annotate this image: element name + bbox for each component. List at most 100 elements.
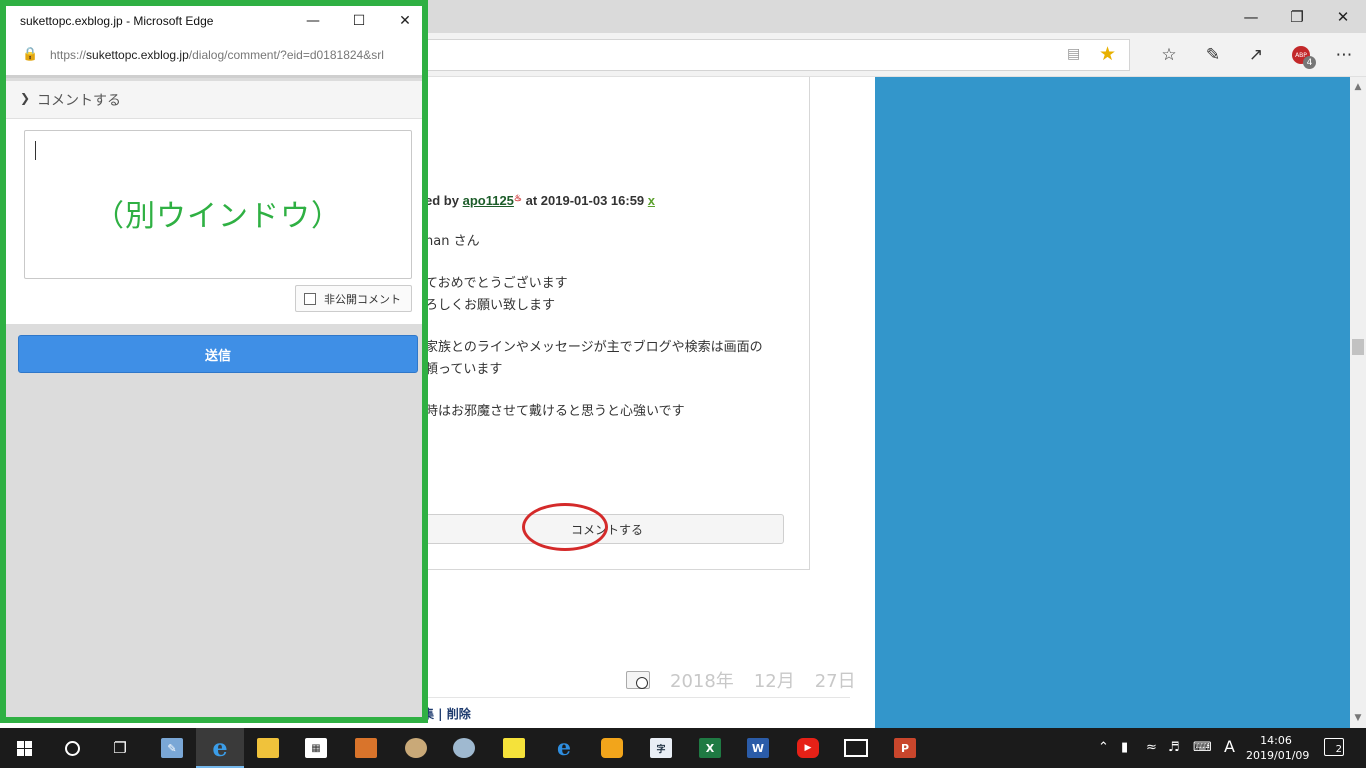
task-view-button[interactable]: ❐: [96, 728, 144, 768]
toolbox-icon: [355, 738, 377, 758]
lock-icon: 🔒: [22, 47, 39, 62]
favorites-list-icon[interactable]: ☆: [1154, 41, 1184, 69]
taskbar-app-notepad[interactable]: ✎: [148, 728, 196, 768]
clock-time: 14:06: [1260, 734, 1292, 747]
date-year: 2018年: [670, 671, 734, 692]
battery-icon[interactable]: ▮: [1121, 740, 1128, 755]
taskbar-app-excel[interactable]: X: [686, 728, 734, 768]
divider: [420, 697, 850, 698]
submit-button[interactable]: 送信: [18, 335, 418, 373]
paint-palette-icon: [405, 738, 427, 758]
minimize-icon[interactable]: —: [290, 6, 336, 36]
app-icon: [601, 738, 623, 758]
popup-title: sukettopc.exblog.jp - Microsoft Edge: [20, 14, 214, 28]
taskbar-app-sticky-notes[interactable]: [490, 728, 538, 768]
author-badge-icon: ♨: [513, 193, 522, 203]
close-icon[interactable]: ✕: [1320, 0, 1366, 33]
taskbar-app-docomo[interactable]: [588, 728, 636, 768]
youtube-icon: ▶: [797, 738, 819, 758]
restore-icon[interactable]: ❐: [1274, 0, 1320, 33]
comment-line: ろしくお願い致します: [425, 298, 556, 313]
window-icon: [844, 739, 868, 757]
scroll-down-icon[interactable]: ▼: [1350, 710, 1366, 726]
highlight-circle: [522, 503, 608, 551]
comment-line: ておめでとうございます: [425, 276, 568, 291]
comment-line: nan さん: [425, 234, 480, 249]
close-icon[interactable]: ✕: [382, 6, 422, 36]
edit-delete-links[interactable]: 集 | 削除: [422, 705, 471, 722]
scroll-thumb[interactable]: [1352, 339, 1364, 355]
vertical-scrollbar[interactable]: ▲ ▼: [1350, 77, 1366, 728]
more-icon[interactable]: ⋯: [1329, 41, 1359, 69]
taskbar-app-store[interactable]: ▦: [292, 728, 340, 768]
taskbar-app-toolbox[interactable]: [342, 728, 390, 768]
keyboard-icon[interactable]: ⌨: [1193, 740, 1212, 755]
notification-icon[interactable]: 2: [1324, 738, 1344, 756]
minimize-icon[interactable]: —: [1228, 0, 1274, 33]
taskbar-app-youtube[interactable]: ▶: [784, 728, 832, 768]
taskbar-app-paint[interactable]: [392, 728, 440, 768]
taskbar-app-ie[interactable]: e: [540, 728, 588, 768]
author-link[interactable]: apo1125: [463, 193, 514, 208]
comment-section-header: ❯ コメントする: [6, 81, 422, 119]
folder-icon: [257, 738, 279, 758]
meta-timestamp: at 2019-01-03 16:59: [525, 193, 645, 208]
search-button[interactable]: [48, 728, 96, 768]
maximize-icon[interactable]: ☐: [336, 6, 382, 36]
adblock-icon[interactable]: ABP 4: [1286, 41, 1316, 69]
separate-window-annotation: （別ウインドウ）: [94, 199, 342, 234]
reading-view-icon[interactable]: ▤: [1067, 46, 1080, 62]
taskbar-app-explorer[interactable]: [244, 728, 292, 768]
taskbar-app-powerpoint[interactable]: P: [881, 728, 929, 768]
section-title: コメントする: [37, 93, 121, 109]
checkbox-icon[interactable]: [304, 292, 316, 305]
excel-icon: X: [699, 738, 721, 758]
store-icon: ▦: [305, 738, 327, 758]
taskbar-app-window[interactable]: [832, 728, 880, 768]
taskbar-app-ime[interactable]: 字: [637, 728, 685, 768]
private-comment-checkbox[interactable]: 非公開コメント: [295, 285, 412, 312]
comment-form: （別ウインドウ） 非公開コメント: [6, 119, 422, 324]
chevron-up-icon[interactable]: ⌃: [1098, 740, 1109, 755]
date-day: 27日: [814, 671, 856, 692]
comment-popup-window: sukettopc.exblog.jp - Microsoft Edge — ☐…: [0, 0, 428, 723]
comment-textarea[interactable]: （別ウインドウ）: [24, 130, 412, 279]
delete-comment-link[interactable]: x: [648, 193, 655, 208]
share-icon[interactable]: ↗: [1241, 41, 1271, 69]
clock-date: 2019/01/09: [1246, 749, 1310, 762]
private-comment-label: 非公開コメント: [324, 292, 401, 306]
comment-line: 頼っています: [425, 362, 503, 377]
popup-url: https://sukettopc.exblog.jp/dialog/comme…: [50, 48, 384, 62]
edge-icon: e: [212, 732, 228, 762]
cortana-icon: [64, 740, 80, 756]
windows-icon: [16, 740, 32, 756]
meta-prefix: ed by: [425, 193, 459, 208]
chevron-right-icon: ❯: [20, 91, 31, 105]
sticky-notes-icon: [503, 738, 525, 758]
ime-pad-icon: 字: [650, 738, 672, 758]
comment-line: 家族とのラインやメッセージが主でブログや検索は画面の: [425, 340, 763, 355]
taskbar-app-paint-2[interactable]: [440, 728, 488, 768]
comment-meta: ed by apo1125♨ at 2019-01-03 16:59 x: [425, 193, 655, 208]
sidebar-panel: [875, 77, 1350, 728]
clock[interactable]: 14:06 2019/01/09: [1246, 733, 1310, 763]
adblock-count: 4: [1303, 56, 1316, 69]
pen-icon[interactable]: ✎: [1198, 41, 1228, 69]
start-button[interactable]: [0, 728, 48, 768]
task-view-icon: ❐: [113, 739, 127, 757]
wifi-icon[interactable]: ≈: [1146, 740, 1157, 755]
main-url-input[interactable]: ▤ ★: [420, 39, 1130, 71]
notification-count: 2: [1335, 744, 1342, 755]
paint-icon: [453, 738, 475, 758]
volume-icon[interactable]: ♬: [1168, 740, 1180, 755]
popup-url-bar[interactable]: 🔒 https://sukettopc.exblog.jp/dialog/com…: [6, 36, 422, 78]
favorite-star-icon[interactable]: ★: [1099, 43, 1116, 65]
popup-title-bar: sukettopc.exblog.jp - Microsoft Edge — ☐…: [6, 6, 422, 36]
taskbar-app-edge[interactable]: e: [196, 728, 244, 768]
text-caret: [35, 141, 36, 160]
scroll-up-icon[interactable]: ▲: [1350, 79, 1366, 95]
word-icon: W: [747, 738, 769, 758]
taskbar-app-word[interactable]: W: [734, 728, 782, 768]
calendar-icon: [626, 671, 650, 689]
ime-indicator[interactable]: A: [1224, 737, 1235, 756]
